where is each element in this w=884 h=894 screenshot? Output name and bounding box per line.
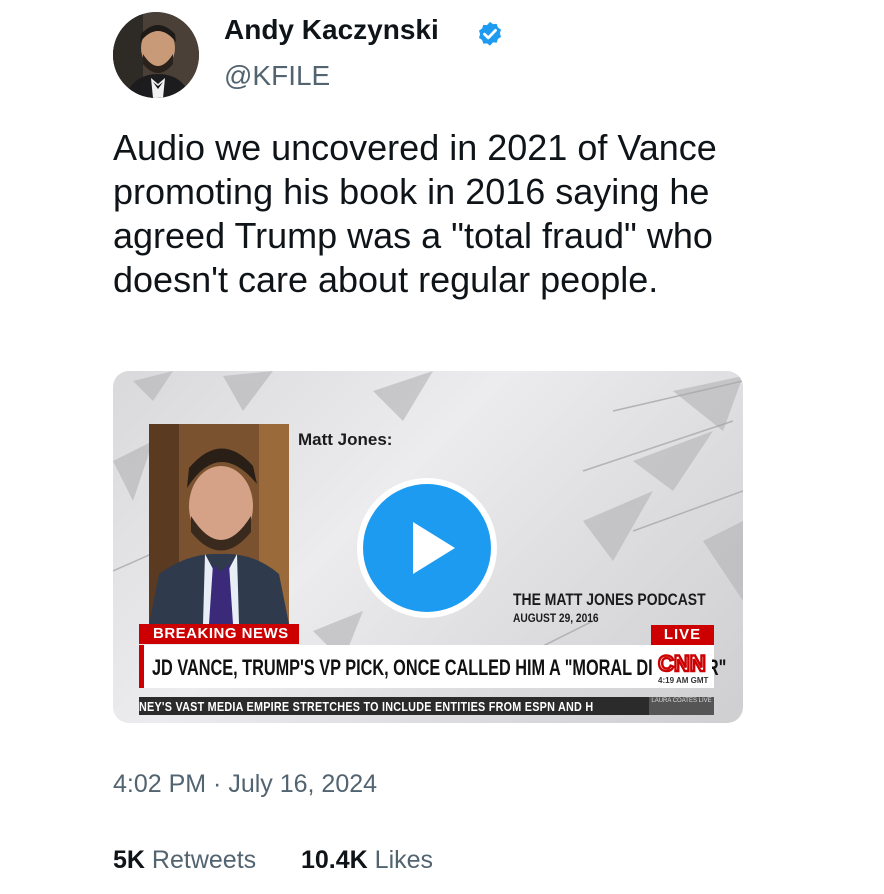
retweets-stat[interactable]: 5K Retweets xyxy=(113,846,256,875)
play-icon xyxy=(413,522,455,574)
tweet-text-line: agreed Trump was a "total fraud" who xyxy=(113,215,713,256)
portrait-image xyxy=(149,424,289,624)
podcast-title: THE MATT JONES PODCAST xyxy=(513,590,706,609)
video-media[interactable]: Matt Jones: THE MATT JONES PODCAST AUGUS… xyxy=(113,371,743,723)
avatar-image xyxy=(113,12,199,98)
cnn-logo-icon: CNN xyxy=(652,650,712,676)
speaker-label: Matt Jones: xyxy=(298,430,393,449)
chyron: JD VANCE, TRUMP'S VP PICK, ONCE CALLED H… xyxy=(139,645,726,688)
tweet-timestamp[interactable]: 4:02 PM · July 16, 2024 xyxy=(113,770,377,799)
tweet-text: Audio we uncovered in 2021 of Vance prom… xyxy=(113,126,773,302)
network-time: 4:19 AM GMT xyxy=(658,676,709,685)
live-badge: LIVE xyxy=(651,625,714,645)
retweets-count: 5K xyxy=(113,846,145,874)
author-name[interactable]: Andy Kaczynski xyxy=(224,14,439,46)
author-handle[interactable]: @KFILE xyxy=(224,60,330,92)
tweet-text-line: promoting his book in 2016 saying he xyxy=(113,171,710,212)
breaking-news-label: BREAKING NEWS xyxy=(139,624,299,644)
likes-count: 10.4K xyxy=(301,846,368,874)
retweets-label: Retweets xyxy=(151,846,257,874)
news-ticker: NEY'S VAST MEDIA EMPIRE STRETCHES TO INC… xyxy=(139,697,714,715)
podcast-date: AUGUST 29, 2016 xyxy=(513,611,599,625)
tweet-text-line: Audio we uncovered in 2021 of Vance xyxy=(113,127,717,168)
author-avatar[interactable] xyxy=(113,12,199,98)
guest-portrait xyxy=(149,424,289,624)
cnn-logo-text: CNN xyxy=(658,651,706,676)
likes-label: Likes xyxy=(374,846,434,874)
play-button[interactable] xyxy=(357,478,497,618)
ticker-show-tag: LAURA COATES LIVE xyxy=(649,697,714,715)
tweet-text-line: doesn't care about regular people. xyxy=(113,259,659,300)
chyron-headline: JD VANCE, TRUMP'S VP PICK, ONCE CALLED H… xyxy=(152,655,727,680)
ticker-text: NEY'S VAST MEDIA EMPIRE STRETCHES TO INC… xyxy=(139,699,594,714)
likes-stat[interactable]: 10.4K Likes xyxy=(301,846,433,875)
verified-badge-icon xyxy=(479,21,501,46)
